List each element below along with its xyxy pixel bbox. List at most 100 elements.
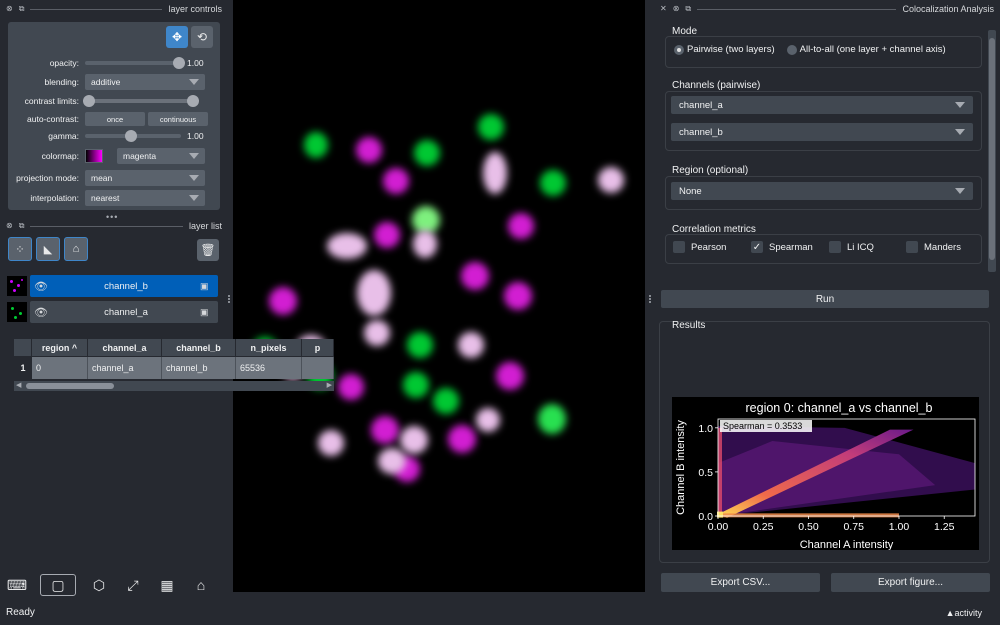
- opacity-slider[interactable]: [85, 57, 185, 69]
- close-dock-icon[interactable]: ✕: [660, 4, 667, 14]
- channel-b-dropdown[interactable]: channel_b: [671, 123, 973, 141]
- layer-item-channel-a[interactable]: 👁 channel_a ▣: [7, 301, 218, 323]
- mode-pairwise-label: Pairwise (two layers): [687, 44, 775, 55]
- mode-all-to-all-radio[interactable]: All-to-all (one layer + channel axis): [786, 44, 946, 55]
- spearman-checkbox[interactable]: ✓ Spearman: [751, 241, 813, 253]
- pan-zoom-tool-button[interactable]: ✥: [166, 26, 188, 48]
- table-cell[interactable]: 0: [32, 357, 88, 379]
- x-tick-label: 0.75: [844, 521, 865, 533]
- column-header-n-pixels[interactable]: n_pixels: [236, 339, 302, 356]
- colormap-value: magenta: [123, 151, 157, 161]
- visibility-eye-icon[interactable]: 👁: [30, 275, 52, 297]
- green-spot: [433, 388, 459, 414]
- auto-contrast-row: auto-contrast: once continuous: [8, 110, 220, 128]
- projection-mode-value: mean: [91, 173, 113, 183]
- auto-contrast-once-button[interactable]: once: [85, 112, 145, 126]
- manders-checkbox[interactable]: Manders: [906, 241, 961, 253]
- projection-mode-label: projection mode:: [16, 173, 79, 183]
- gamma-slider-handle[interactable]: [124, 130, 137, 142]
- auto-contrast-continuous-button[interactable]: continuous: [148, 112, 208, 126]
- column-header-channel-b[interactable]: channel_b: [162, 339, 236, 356]
- visibility-eye-icon[interactable]: 👁: [30, 301, 52, 323]
- activity-button[interactable]: ▲activity: [946, 608, 982, 618]
- x-zero-band: [718, 427, 722, 516]
- table-cell[interactable]: channel_b: [162, 357, 236, 379]
- run-button[interactable]: Run: [661, 290, 989, 308]
- home-icon: ⌂: [196, 577, 206, 593]
- colormap-dropdown[interactable]: magenta: [117, 148, 205, 164]
- interpolation-dropdown[interactable]: nearest: [85, 190, 205, 206]
- table-cell[interactable]: 65536: [236, 357, 302, 379]
- grid-icon: ▦: [160, 576, 174, 593]
- opacity-slider-handle[interactable]: [173, 57, 185, 69]
- image-canvas[interactable]: [233, 0, 645, 592]
- magenta-spot: [374, 222, 400, 248]
- scroll-left-icon[interactable]: ◀: [16, 381, 21, 389]
- delete-layer-button[interactable]: 🗑: [197, 239, 219, 261]
- hide-dock-icon[interactable]: ⊗: [673, 4, 680, 14]
- transform-tool-button[interactable]: ⟲: [191, 26, 213, 48]
- mode-pairwise-radio[interactable]: Pairwise (two layers): [674, 44, 775, 55]
- new-points-layer-button[interactable]: ⁘: [8, 237, 32, 261]
- opacity-value: 1.00: [187, 58, 204, 68]
- gamma-slider[interactable]: [85, 130, 181, 142]
- blending-dropdown[interactable]: additive: [85, 74, 205, 90]
- blending-row: blending: additive: [8, 73, 220, 91]
- checkmark-icon: ✓: [751, 241, 763, 253]
- layer-list-titlebar: ⊗ ⧉ layer list: [0, 217, 228, 235]
- table-cell[interactable]: [302, 357, 334, 379]
- new-shapes-layer-button[interactable]: ◣: [36, 237, 60, 261]
- square-icon: ▢: [51, 576, 65, 593]
- table-cell[interactable]: channel_a: [88, 357, 162, 379]
- layer-name: channel_a: [104, 306, 148, 318]
- settings-scrollbar[interactable]: [988, 30, 996, 272]
- console-button[interactable]: ⌨: [6, 574, 28, 596]
- home-button[interactable]: ⌂: [190, 574, 212, 596]
- contrast-max-handle[interactable]: [187, 95, 199, 107]
- layer-item-channel-b[interactable]: 👁 channel_b ▣: [7, 275, 218, 297]
- float-dock-icon[interactable]: ⧉: [19, 221, 25, 231]
- transpose-button[interactable]: ⤢: [122, 574, 144, 596]
- move-arrows-icon: ✥: [171, 30, 183, 44]
- scroll-right-icon[interactable]: ▶: [327, 381, 332, 389]
- left-dock-resize-handle[interactable]: [228, 294, 231, 304]
- magenta-spot: [448, 425, 476, 453]
- blending-label: blending:: [44, 77, 79, 87]
- gamma-label: gamma:: [48, 131, 79, 141]
- float-dock-icon[interactable]: ⧉: [685, 4, 691, 14]
- results-table[interactable]: region ^ channel_a channel_b n_pixels p …: [14, 339, 334, 379]
- channel-a-value: channel_a: [679, 99, 723, 111]
- right-dock-resize-handle[interactable]: [649, 294, 652, 304]
- channel-a-dropdown[interactable]: channel_a: [671, 96, 973, 114]
- li-icq-checkbox[interactable]: Li ICQ: [829, 241, 874, 253]
- pearson-checkbox[interactable]: Pearson: [673, 241, 726, 253]
- contrast-min-handle[interactable]: [83, 95, 95, 107]
- spearman-label: Spearman: [769, 241, 813, 253]
- manders-label: Manders: [924, 241, 961, 253]
- green-spot: [414, 140, 440, 166]
- x-tick-label: 1.25: [934, 521, 955, 533]
- column-header-p[interactable]: p: [302, 339, 334, 356]
- colocalization-titlebar: ✕ ⊗ ⧉ Colocalization Analysis: [654, 0, 1000, 18]
- chevron-down-icon: [189, 175, 199, 181]
- new-labels-layer-button[interactable]: ⌂: [64, 237, 88, 261]
- y-axis-label: Channel B intensity: [675, 420, 687, 515]
- contrast-limits-slider[interactable]: [83, 95, 199, 107]
- projection-mode-dropdown[interactable]: mean: [85, 170, 205, 186]
- colocalized-spot: [458, 332, 484, 358]
- column-header-channel-a[interactable]: channel_a: [88, 339, 162, 356]
- grid-view-button[interactable]: ▦: [156, 574, 178, 596]
- close-dock-icon[interactable]: ⊗: [6, 221, 13, 231]
- close-dock-icon[interactable]: ⊗: [6, 4, 13, 14]
- float-dock-icon[interactable]: ⧉: [19, 4, 25, 14]
- export-csv-button[interactable]: Export CSV...: [661, 573, 820, 592]
- channel-b-value: channel_b: [679, 126, 723, 138]
- region-dropdown[interactable]: None: [671, 182, 973, 200]
- table-horizontal-scrollbar[interactable]: ◀ ▶: [14, 381, 334, 391]
- ndisplay-button[interactable]: ▢: [40, 574, 76, 596]
- column-header-region[interactable]: region ^: [32, 339, 88, 356]
- scrollbar-thumb[interactable]: [26, 383, 114, 389]
- export-figure-button[interactable]: Export figure...: [831, 573, 990, 592]
- roll-dims-button[interactable]: ⬡: [88, 574, 110, 596]
- scrollbar-thumb[interactable]: [989, 38, 995, 260]
